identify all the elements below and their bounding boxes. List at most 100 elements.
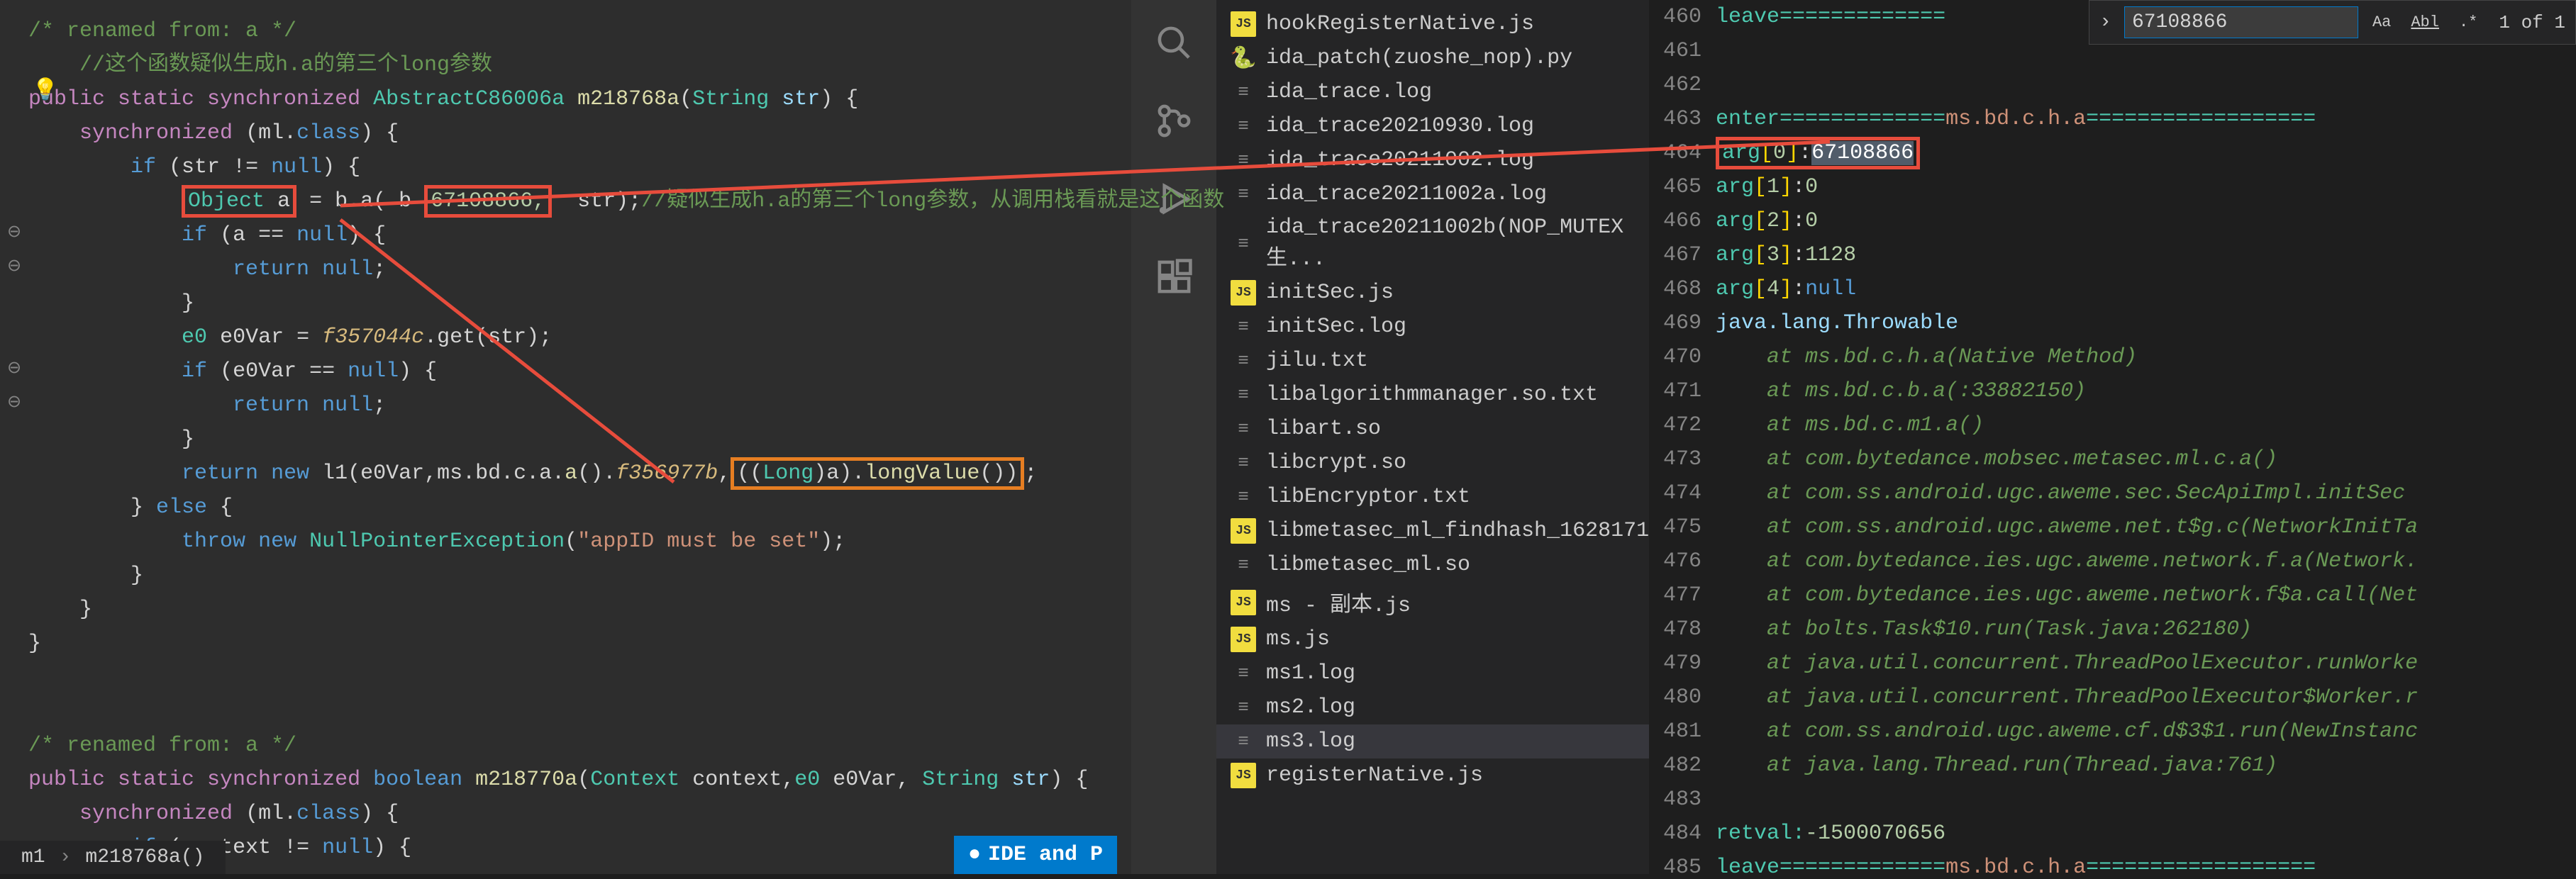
file-item[interactable]: 🐍 ida_patch(zuoshe_nop).py	[1216, 41, 1649, 75]
log-line: at ms.bd.c.m1.a()	[1716, 408, 2576, 442]
log-line: java.lang.Throwable	[1716, 306, 2576, 340]
breadcrumb-separator: ›	[60, 846, 72, 868]
log-line: at bolts.Task$10.run(Task.java:262180)	[1716, 612, 2576, 646]
file-name: initSec.log	[1266, 315, 1406, 339]
line-number: 463	[1663, 102, 1701, 136]
file-item[interactable]: ≡ ida_trace20211002a.log	[1216, 177, 1649, 211]
gutter-collapse-icon[interactable]: ⊖	[7, 356, 21, 383]
code-line: if (str != null) {	[28, 150, 1103, 184]
file-item[interactable]: ≡jilu.txt	[1216, 344, 1649, 378]
highlight-arg0: arg[0]:67108866	[1716, 137, 1920, 169]
source-control-icon[interactable]	[1153, 99, 1195, 142]
code-line: if (e0Var == null) {	[28, 354, 1103, 388]
file-item[interactable]: ≡ms1.log	[1216, 656, 1649, 690]
lightbulb-icon[interactable]: 💡	[32, 74, 58, 108]
code-line: return null;	[28, 388, 1103, 422]
file-item[interactable]: ≡ libmetasec_ml.so	[1216, 548, 1649, 582]
file-item[interactable]: JShookRegisterNative.js	[1216, 7, 1649, 41]
code-line: }	[28, 627, 1103, 661]
code-line: e0 e0Var = f357044c.get(str);	[28, 320, 1103, 354]
breadcrumb-item[interactable]: m1	[21, 846, 45, 868]
file-explorer[interactable]: JShookRegisterNative.js 🐍 ida_patch(zuoshe…	[1216, 0, 1649, 874]
comment-text: /* renamed from: a */	[28, 19, 296, 43]
file-item[interactable]: ≡ida_trace20211002.log	[1216, 143, 1649, 177]
txt-file-icon: ≡	[1231, 552, 1256, 578]
log-line: at com.ss.android.ugc.aweme.cf.d$3$1.run…	[1716, 715, 2576, 749]
file-item[interactable]: ≡libcrypt.so	[1216, 446, 1649, 480]
left-code-editor: 💡 ⊖ ⊖ ⊖ ⊖ /* renamed from: a */ //这个函数疑似…	[0, 0, 1131, 874]
extensions-icon[interactable]	[1153, 255, 1195, 298]
file-item[interactable]: JSms.js	[1216, 622, 1649, 656]
find-input[interactable]	[2124, 6, 2358, 38]
log-line: at com.bytedance.mobsec.metasec.ml.c.a()	[1716, 442, 2576, 476]
file-item[interactable]: JSinitSec.js	[1216, 276, 1649, 310]
code-line: Object a = b.a( b 67108866, str);//疑似生成h…	[28, 184, 1103, 218]
whole-word-option[interactable]: Abl	[2405, 11, 2445, 34]
ide-badge[interactable]: IDE and P	[954, 836, 1117, 874]
line-number: 481	[1663, 715, 1701, 749]
py-file-icon: 🐍	[1231, 45, 1256, 71]
log-line: arg[4]:null	[1716, 272, 2576, 306]
txt-file-icon: ≡	[1231, 484, 1256, 510]
comment-text: /* renamed from: a */	[28, 734, 296, 758]
txt-file-icon: ≡	[1231, 314, 1256, 340]
file-item[interactable]: ≡ida_trace.log	[1216, 75, 1649, 109]
breadcrumb[interactable]: m1 › m218768a()	[0, 841, 226, 874]
regex-option[interactable]: .*	[2453, 11, 2483, 34]
code-line: return new l1(e0Var,ms.bd.c.a.a().f35697…	[28, 457, 1103, 491]
log-line: arg[0]:67108866	[1716, 136, 2576, 170]
line-number: 485	[1663, 851, 1701, 874]
gutter-collapse-icon[interactable]: ⊖	[7, 390, 21, 417]
line-number: 482	[1663, 749, 1701, 783]
log-content[interactable]: leave============= enter=============ms.…	[1716, 0, 2576, 874]
log-line: at ms.bd.c.h.a(Native Method)	[1716, 340, 2576, 374]
search-icon[interactable]	[1153, 21, 1195, 64]
file-name: ida_trace20211002a.log	[1266, 182, 1547, 206]
code-line: }	[28, 422, 1103, 457]
line-number: 472	[1663, 408, 1701, 442]
file-name: libmetasec_ml.so	[1266, 553, 1470, 577]
txt-file-icon: ≡	[1231, 416, 1256, 442]
file-item[interactable]: ≡ida_trace20210930.log	[1216, 109, 1649, 143]
file-name: ms2.log	[1266, 695, 1355, 720]
line-number: 470	[1663, 340, 1701, 374]
file-item[interactable]: JSms - 副本.js	[1216, 582, 1649, 622]
file-item[interactable]: JSlibmetasec_ml_findhash_1628171084...	[1216, 514, 1649, 548]
file-name: ms.js	[1266, 627, 1330, 651]
gutter-collapse-icon[interactable]: ⊖	[7, 220, 21, 247]
log-line	[1716, 68, 2576, 102]
line-number: 461	[1663, 34, 1701, 68]
match-case-option[interactable]: Aa	[2367, 11, 2397, 34]
file-item[interactable]: ≡ms2.log	[1216, 690, 1649, 724]
code-line: return null;	[28, 252, 1103, 286]
log-line: at java.util.concurrent.ThreadPoolExecut…	[1716, 646, 2576, 681]
ide-badge-text: IDE and P	[988, 843, 1103, 867]
code-line: throw new NullPointerException("appID mu…	[28, 525, 1103, 559]
file-name: libalgorithmmanager.so.txt	[1266, 383, 1598, 407]
line-number: 484	[1663, 817, 1701, 851]
file-item[interactable]: JSregisterNative.js	[1216, 758, 1649, 793]
code-content[interactable]: 💡 ⊖ ⊖ ⊖ ⊖ /* renamed from: a */ //这个函数疑似…	[0, 0, 1131, 879]
file-name: hookRegisterNative.js	[1266, 12, 1534, 36]
file-item[interactable]: ≡libart.so	[1216, 412, 1649, 446]
file-item[interactable]: ≡ms3.log	[1216, 724, 1649, 758]
line-number: 480	[1663, 681, 1701, 715]
file-item[interactable]: ≡ initSec.log	[1216, 310, 1649, 344]
txt-file-icon: ≡	[1231, 231, 1256, 257]
file-name: ida_patch(zuoshe_nop).py	[1266, 46, 1572, 70]
expand-find-icon[interactable]: ›	[2099, 11, 2111, 33]
line-number: 473	[1663, 442, 1701, 476]
log-line: arg[1]:0	[1716, 170, 2576, 204]
file-name: ms3.log	[1266, 729, 1355, 754]
file-item[interactable]: ≡libEncryptor.txt	[1216, 480, 1649, 514]
log-line: at com.ss.android.ugc.aweme.sec.SecApiIm…	[1716, 476, 2576, 510]
gutter-collapse-icon[interactable]: ⊖	[7, 254, 21, 281]
txt-file-icon: ≡	[1231, 181, 1256, 207]
line-number: 464	[1663, 136, 1701, 170]
breadcrumb-item[interactable]: m218768a()	[85, 846, 204, 868]
file-name: jilu.txt	[1266, 349, 1368, 373]
file-item[interactable]: ≡ libalgorithmmanager.so.txt	[1216, 378, 1649, 412]
highlight-magic-number: 67108866,	[424, 185, 552, 218]
file-item[interactable]: ≡ida_trace20211002b(NOP_MUTEX生...	[1216, 211, 1649, 276]
txt-file-icon: ≡	[1231, 382, 1256, 408]
